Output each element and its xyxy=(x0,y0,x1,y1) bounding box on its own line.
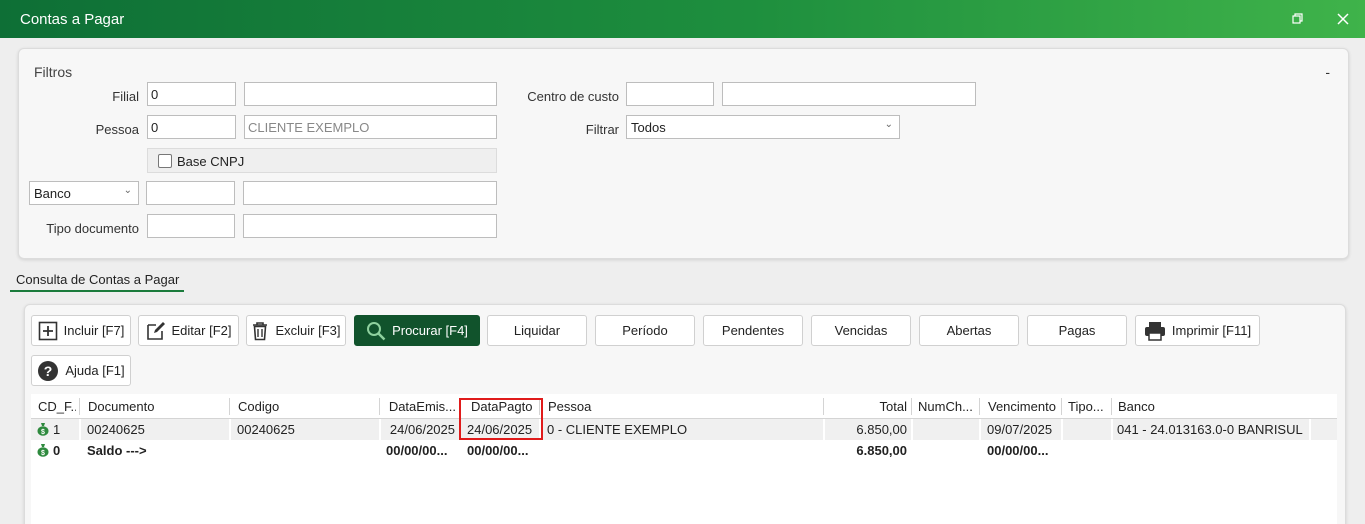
pagas-button[interactable]: Pagas xyxy=(1027,315,1127,346)
procurar-label: Procurar [F4] xyxy=(392,323,468,338)
trash-icon xyxy=(251,321,269,341)
centro-custo-label: Centro de custo xyxy=(527,89,619,104)
filtrar-label: Filtrar xyxy=(585,122,619,137)
tab-consulta[interactable]: Consulta de Contas a Pagar xyxy=(10,270,184,292)
cell-banco: 041 - 24.013163.0-0 BANRISUL xyxy=(1117,422,1303,437)
chevron-down-icon: ⌄ xyxy=(123,185,132,196)
col-documento[interactable]: Documento xyxy=(88,399,228,414)
col-cd-f[interactable]: CD_F... xyxy=(38,399,76,414)
pessoa-code-input[interactable]: 0 xyxy=(147,115,236,139)
filtrar-select[interactable]: Todos ⌄ xyxy=(626,115,900,139)
banco-code-input[interactable] xyxy=(146,181,235,205)
abertas-button[interactable]: Abertas xyxy=(919,315,1019,346)
edit-icon xyxy=(146,321,166,341)
window-title: Contas a Pagar xyxy=(20,11,125,28)
base-cnpj-row: Base CNPJ xyxy=(147,148,497,173)
editar-button[interactable]: Editar [F2] xyxy=(138,315,239,346)
cell-pessoa: 0 - CLIENTE EXEMPLO xyxy=(547,422,688,437)
svg-text:$: $ xyxy=(41,450,45,457)
summary-row: $ 0 Saldo ---> 00/00/00... 00/00/00... 6… xyxy=(31,440,1337,461)
editar-label: Editar [F2] xyxy=(171,323,232,338)
filial-code-input[interactable]: 0 xyxy=(147,82,236,106)
tipo-documento-label: Tipo documento xyxy=(46,221,139,236)
results-grid: CD_F... Documento Codigo DataEmis... Dat… xyxy=(31,394,1337,524)
summary-saldo: Saldo ---> xyxy=(87,443,147,458)
col-pessoa[interactable]: Pessoa xyxy=(548,399,808,414)
svg-text:$: $ xyxy=(41,429,45,436)
close-icon[interactable] xyxy=(1334,10,1352,28)
liquidar-button[interactable]: Liquidar xyxy=(487,315,587,346)
filtrar-select-value: Todos xyxy=(631,120,666,135)
centro-custo-name-input[interactable] xyxy=(722,82,976,106)
incluir-button[interactable]: Incluir [F7] xyxy=(31,315,131,346)
centro-custo-code-input[interactable] xyxy=(626,82,714,106)
chevron-down-icon: ⌄ xyxy=(884,119,893,130)
banco-select[interactable]: Banco ⌄ xyxy=(29,181,139,205)
col-codigo[interactable]: Codigo xyxy=(238,399,378,414)
col-total[interactable]: Total xyxy=(831,399,907,414)
add-icon xyxy=(38,321,58,341)
base-cnpj-checkbox[interactable] xyxy=(158,154,172,168)
incluir-label: Incluir [F7] xyxy=(63,323,125,338)
cell-cd-f: 1 xyxy=(53,422,61,437)
filters-legend: Filtros xyxy=(34,64,73,80)
summary-data-emissao: 00/00/00... xyxy=(386,443,448,458)
excluir-button[interactable]: Excluir [F3] xyxy=(246,315,346,346)
col-vencimento[interactable]: Vencimento xyxy=(988,399,1060,414)
imprimir-button[interactable]: Imprimir [F11] xyxy=(1135,315,1260,346)
help-icon: ? xyxy=(37,360,59,382)
banco-select-value: Banco xyxy=(34,186,71,201)
tab-consulta-label: Consulta de Contas a Pagar xyxy=(16,272,180,287)
pessoa-name-input[interactable]: CLIENTE EXEMPLO xyxy=(244,115,497,139)
imprimir-label: Imprimir [F11] xyxy=(1171,323,1252,338)
summary-total: 6.850,00 xyxy=(856,443,907,458)
filters-panel: Filtros - Filial 0 Pessoa 0 CLIENTE EXEM… xyxy=(18,48,1349,259)
col-banco[interactable]: Banco xyxy=(1118,399,1318,414)
summary-vencimento: 00/00/00... xyxy=(987,443,1049,458)
filters-collapse-button[interactable]: - xyxy=(1325,64,1330,80)
filial-name-input[interactable] xyxy=(244,82,497,106)
money-bag-icon: $ xyxy=(37,422,49,436)
money-bag-icon: $ xyxy=(37,443,49,457)
pessoa-label: Pessoa xyxy=(95,122,139,137)
grid-header: CD_F... Documento Codigo DataEmis... Dat… xyxy=(31,394,1337,419)
filial-label: Filial xyxy=(112,89,139,104)
vencidas-button[interactable]: Vencidas xyxy=(811,315,911,346)
restore-icon[interactable] xyxy=(1288,10,1306,28)
col-tipo[interactable]: Tipo... xyxy=(1068,399,1110,414)
svg-text:?: ? xyxy=(44,363,53,379)
ajuda-button[interactable]: ? Ajuda [F1] xyxy=(31,355,131,386)
banco-name-input[interactable] xyxy=(243,181,497,205)
procurar-button[interactable]: Procurar [F4] xyxy=(354,315,480,346)
cell-codigo: 00240625 xyxy=(237,422,295,437)
base-cnpj-label: Base CNPJ xyxy=(177,154,245,169)
tipo-documento-code-input[interactable] xyxy=(147,214,235,238)
cell-total: 6.850,00 xyxy=(856,422,907,437)
col-num-cheque[interactable]: NumCh... xyxy=(918,399,976,414)
col-data-emissao[interactable]: DataEmis... xyxy=(386,399,456,414)
pendentes-button[interactable]: Pendentes xyxy=(703,315,803,346)
window-titlebar: Contas a Pagar xyxy=(0,0,1365,38)
results-panel: Incluir [F7] Editar [F2] Excluir [F3] Pr… xyxy=(24,304,1346,524)
excluir-label: Excluir [F3] xyxy=(275,323,341,338)
ajuda-label: Ajuda [F1] xyxy=(65,363,125,378)
periodo-button[interactable]: Período xyxy=(595,315,695,346)
printer-icon xyxy=(1144,321,1166,341)
search-icon xyxy=(366,321,386,341)
cell-data-emissao: 24/06/2025 xyxy=(389,422,455,437)
summary-data-pagto: 00/00/00... xyxy=(467,443,529,458)
cell-documento: 00240625 xyxy=(87,422,145,437)
data-pagto-highlight xyxy=(459,398,543,440)
summary-cd-f: 0 xyxy=(53,443,61,458)
tipo-documento-name-input[interactable] xyxy=(243,214,497,238)
table-row[interactable]: $ 1 00240625 00240625 24/06/2025 24/06/2… xyxy=(31,419,1337,440)
cell-vencimento: 09/07/2025 xyxy=(987,422,1053,437)
